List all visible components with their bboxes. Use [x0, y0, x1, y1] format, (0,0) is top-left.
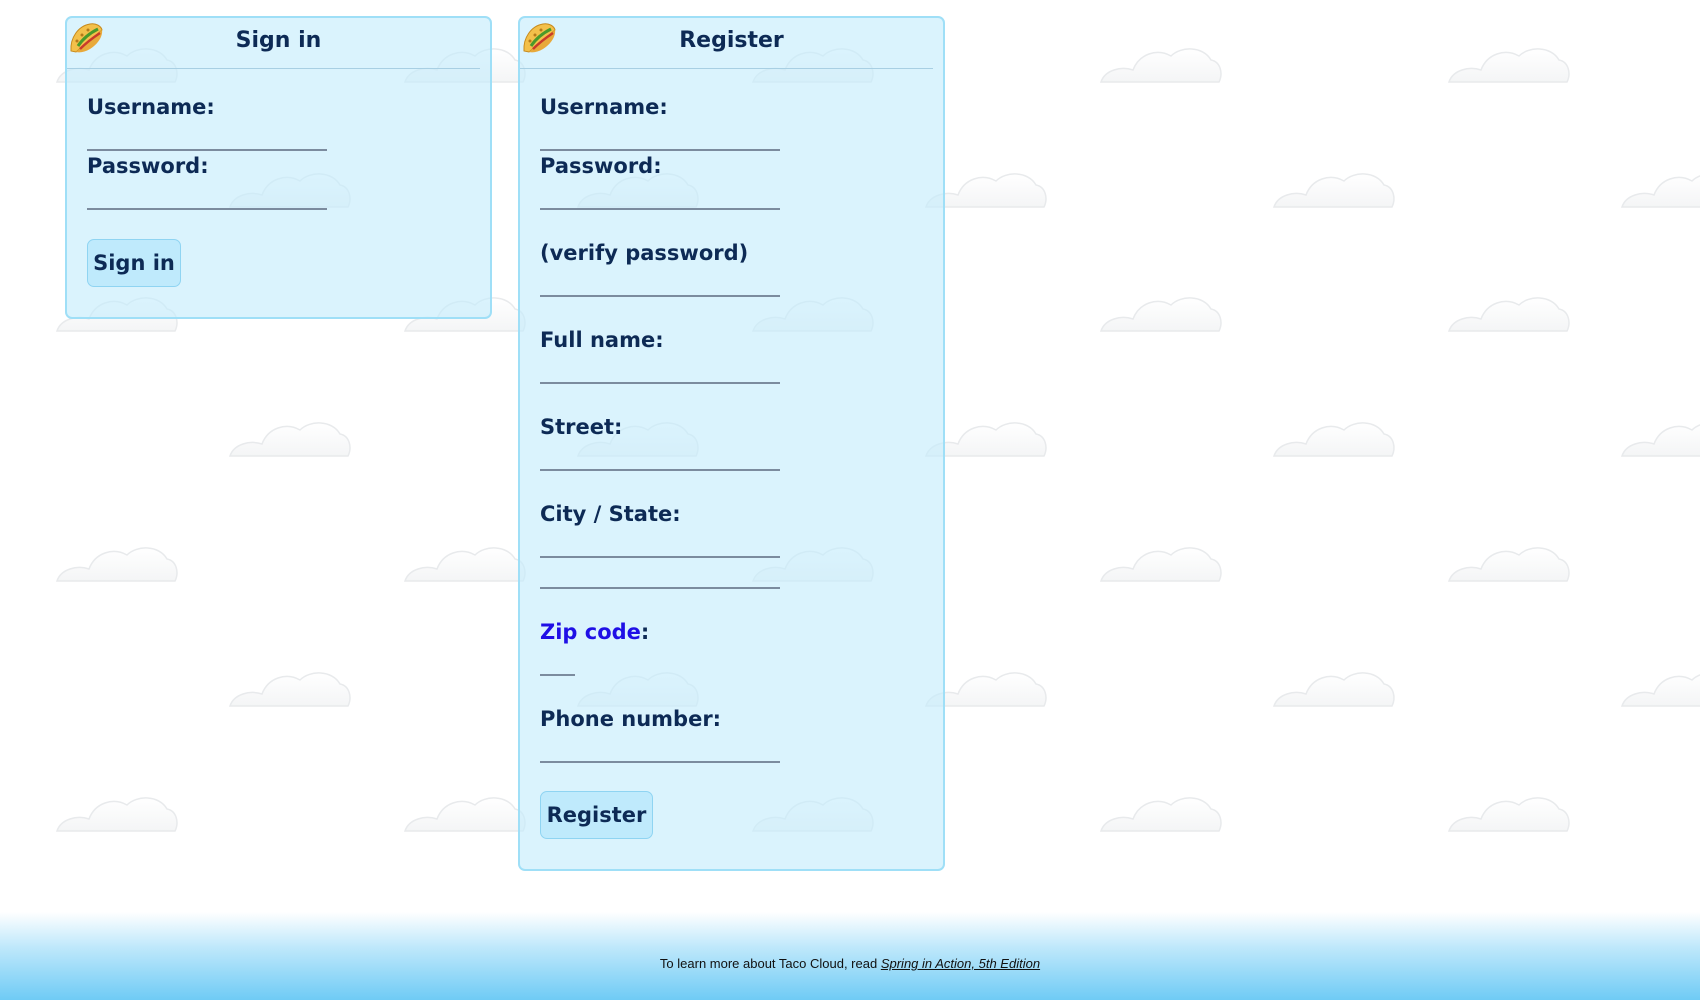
register-title-divider: [520, 68, 933, 69]
cloud-icon: [1448, 797, 1570, 832]
cloud-icon: [1621, 672, 1700, 707]
register-zip-input[interactable]: [540, 674, 575, 676]
cloud-icon: [1448, 297, 1570, 332]
register-street-input[interactable]: [540, 469, 780, 471]
cloud-icon: [1100, 797, 1222, 832]
cloud-icon: [1621, 173, 1700, 208]
footer: To learn more about Taco Cloud, read Spr…: [0, 912, 1700, 1000]
register-phone-label: Phone number:: [540, 707, 722, 731]
register-title: Register: [679, 28, 784, 53]
register-fullname-label: Full name:: [540, 328, 664, 352]
footer-book-link[interactable]: Spring in Action, 5th Edition: [881, 956, 1040, 971]
register-city-input[interactable]: [540, 556, 780, 558]
cloud-icon: [56, 797, 178, 832]
register-username-label: Username:: [540, 95, 668, 119]
register-panel: Register Username: Password: (verify pas…: [518, 16, 945, 871]
cloud-icon: [1448, 48, 1570, 83]
signin-password-label: Password:: [87, 154, 209, 178]
signin-password-input[interactable]: [87, 208, 327, 210]
signin-title-divider: [67, 68, 480, 69]
cloud-icon: [229, 422, 351, 457]
footer-text: To learn more about Taco Cloud, read Spr…: [0, 956, 1700, 971]
register-password-input[interactable]: [540, 208, 780, 210]
register-phone-input[interactable]: [540, 761, 780, 763]
cloud-icon: [1448, 547, 1570, 582]
cloud-icon: [1273, 422, 1395, 457]
cloud-icon: [56, 547, 178, 582]
register-verify-password-label: (verify password): [540, 241, 749, 265]
register-state-input[interactable]: [540, 587, 780, 589]
signin-title: Sign in: [235, 28, 322, 53]
footer-message: To learn more about Taco Cloud, read: [659, 956, 878, 971]
register-zip-label-text: Zip code: [540, 620, 641, 644]
cloud-icon: [229, 672, 351, 707]
register-street-label: Street:: [540, 415, 623, 439]
signin-username-input[interactable]: [87, 149, 327, 151]
signin-username-label: Username:: [87, 95, 215, 119]
cloud-icon: [1100, 48, 1222, 83]
signin-button[interactable]: Sign in: [87, 239, 181, 287]
register-city-state-label: City / State:: [540, 502, 681, 526]
register-button[interactable]: Register: [540, 791, 653, 839]
cloud-icon: [1273, 672, 1395, 707]
cloud-icon: [404, 797, 526, 832]
cloud-icon: [404, 547, 526, 582]
cloud-icon: [1621, 422, 1700, 457]
signin-panel: Sign in Username: Password: Sign in: [65, 16, 492, 319]
register-zip-label: Zip code:: [540, 620, 649, 644]
register-password-label: Password:: [540, 154, 662, 178]
register-verify-password-input[interactable]: [540, 295, 780, 297]
cloud-icon: [1100, 297, 1222, 332]
register-zip-label-colon: :: [640, 620, 650, 644]
register-fullname-input[interactable]: [540, 382, 780, 384]
register-username-input[interactable]: [540, 149, 780, 151]
cloud-icon: [1273, 173, 1395, 208]
cloud-icon: [1100, 547, 1222, 582]
